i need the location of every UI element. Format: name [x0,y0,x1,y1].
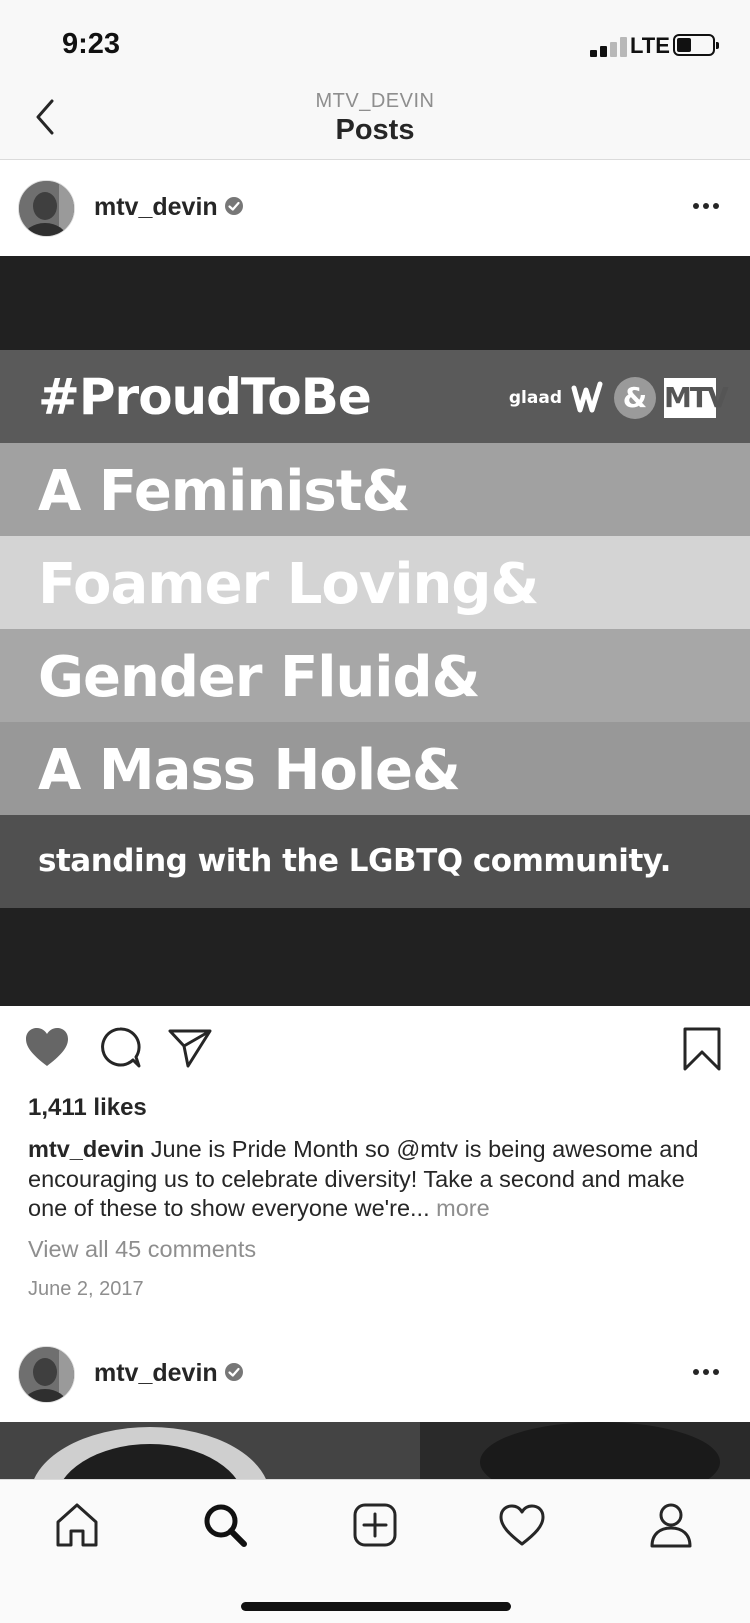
image-line-2: Foamer Loving& [38,552,539,617]
home-indicator [241,1602,511,1611]
add-post-icon[interactable] [350,1500,400,1550]
more-options-button[interactable] [686,1360,726,1384]
verified-badge-icon [225,197,243,215]
comment-icon[interactable] [98,1026,142,1070]
network-type: LTE [630,33,670,58]
image-logos: glaad & MTV [508,376,729,420]
cellular-signal-icon [590,37,632,57]
image-band-1: A Feminist& [0,443,750,536]
battery-icon [673,34,719,56]
image-band-hashtag: #ProudToBe glaad & MTV [0,350,750,443]
navigation-header: MTV_DEVIN Posts [0,80,750,160]
image-band-3: Gender Fluid& [0,629,750,722]
mtv-logo: MTV [664,378,729,418]
view-comments-link[interactable]: View all 45 comments [28,1236,256,1263]
likes-count[interactable]: 1,411 likes [28,1094,147,1122]
search-icon[interactable] [200,1500,250,1550]
glaad-mark-icon [571,381,603,413]
image-line-4: A Mass Hole& [38,738,461,803]
next-post-image[interactable] [0,1422,750,1480]
image-band-4: A Mass Hole& [0,722,750,815]
post-username[interactable]: mtv_devin [94,193,218,222]
next-post-header: mtv_devin [0,1326,750,1422]
image-band-2: Foamer Loving& [0,536,750,629]
bottom-tab-bar [0,1479,750,1623]
more-options-button[interactable] [686,194,726,218]
avatar[interactable] [18,1346,75,1403]
image-band-footer: standing with the LGBTQ community. [0,815,750,908]
home-icon[interactable] [52,1500,102,1550]
post-actions [0,1006,750,1086]
more-horizontal-icon [693,203,719,209]
page-title: Posts [335,114,415,146]
profile-icon[interactable] [646,1500,696,1550]
post-image[interactable]: #ProudToBe glaad & MTV A Feminist& Foame… [0,256,750,1006]
activity-heart-icon[interactable] [497,1500,547,1550]
glaad-logo: glaad [508,388,562,408]
post-username[interactable]: mtv_devin [94,1359,218,1388]
caption-username[interactable]: mtv_devin [28,1136,144,1162]
heart-filled-icon[interactable] [24,1026,70,1068]
amp-circle: & [614,377,656,419]
verified-badge-icon [225,1363,243,1381]
status-bar: 9:23 LTE [0,0,750,90]
send-icon[interactable] [167,1028,213,1068]
more-horizontal-icon [693,1369,719,1375]
post-caption: mtv_devin June is Pride Month so @mtv is… [28,1135,728,1224]
status-time: 9:23 [62,28,121,60]
image-footer-text: standing with the LGBTQ community. [38,843,671,879]
bookmark-icon[interactable] [682,1026,722,1072]
post-date: June 2, 2017 [28,1278,144,1300]
image-line-3: Gender Fluid& [38,645,480,710]
avatar[interactable] [18,180,75,237]
image-hashtag-text: #ProudToBe [38,368,372,426]
caption-more-link[interactable]: more [436,1195,490,1221]
nav-subtitle: MTV_DEVIN [315,90,435,112]
image-line-1: A Feminist& [38,459,410,524]
post-header: mtv_devin [0,160,750,256]
